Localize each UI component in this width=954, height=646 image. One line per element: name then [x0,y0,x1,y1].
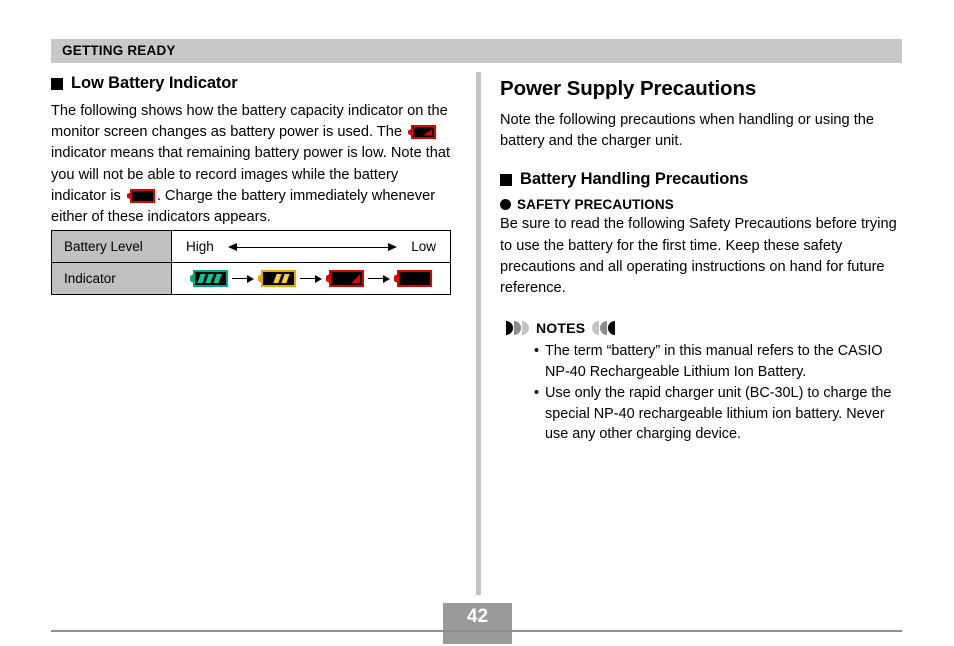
battery-body [411,125,437,140]
table-row-battery-level: Battery Level High Low [51,230,451,263]
battery-empty-red-icon [394,270,432,287]
page-number-block: 42 [443,603,512,644]
notes-header: NOTES [506,320,904,336]
arrow-tip-right [388,242,398,251]
list-item: The term “battery” in this manual refers… [534,341,904,383]
table-row-indicator: Indicator [51,262,451,295]
low-battery-indicator-heading-text: Low Battery Indicator [71,74,238,92]
battery-handling-precautions-heading-text: Battery Handling Precautions [520,170,749,189]
battery-level-table: Battery Level High Low Indicator [51,230,451,295]
battery-bar [280,274,291,283]
battery-bars [265,274,292,283]
arrow-shaft [233,246,392,248]
column-divider [476,72,481,595]
safety-precautions-heading: SAFETY PRECAUTIONS [500,197,904,212]
battery-wedge [423,129,433,136]
list-item: Use only the rapid charger unit (BC-30L)… [534,383,904,445]
battery-level-high-label: High [186,239,214,254]
half-circle-icon [522,321,529,336]
half-circle-icon [608,321,616,336]
arrow-tip [383,274,390,283]
power-supply-intro-paragraph: Note the following precautions when hand… [500,112,875,150]
battery-bar [212,274,223,283]
notes-list: The term “battery” in this manual refers… [500,341,904,445]
notes-decoration-right-icon [592,321,616,336]
table-cell-indicator-icons [171,262,451,295]
half-circle-icon [514,321,521,336]
half-circle-icon [506,321,513,336]
battery-handling-precautions-heading: Battery Handling Precautions [500,170,904,189]
battery-full-green-icon [190,270,228,287]
battery-medium-yellow-icon [258,270,296,287]
safety-precautions-heading-text: SAFETY PRECAUTIONS [517,197,674,213]
power-supply-precautions-heading: Power Supply Precautions [500,77,757,100]
page-number: 42 [466,606,489,627]
paragraph-text-part1: The following shows how the battery capa… [51,103,448,141]
battery-low-red-inline-icon [408,125,437,140]
running-header-band: GETTING READY [51,39,902,63]
square-bullet-icon [500,173,512,186]
double-arrow-icon [227,241,398,253]
arrow-tip [247,274,254,283]
table-cell-indicator-label: Indicator [51,262,172,295]
battery-body [397,270,432,287]
right-arrow-icon [368,274,390,284]
right-arrow-icon [300,274,322,284]
battery-body [261,270,296,287]
battery-body [329,270,364,287]
battery-body [193,270,228,287]
safety-precautions-paragraph: Be sure to read the following Safety Pre… [500,216,897,297]
table-cell-battery-level-label: Battery Level [51,230,172,263]
battery-bars [197,274,224,283]
low-battery-paragraph: The following shows how the battery capa… [51,101,455,228]
battery-empty-red-inline-icon [126,188,155,203]
running-header-title: GETTING READY [62,43,176,58]
battery-low-red-icon [326,270,364,287]
left-column: Low Battery Indicator The following show… [51,74,455,238]
table-cell-battery-level-scale: High Low [171,230,451,263]
battery-wedge [351,274,360,283]
arrow-tip [315,274,322,283]
footer-rule [51,630,902,632]
square-bullet-icon [51,77,63,90]
notes-title: NOTES [536,320,586,337]
half-circle-icon [600,321,608,336]
right-column: Power Supply Precautions Note the follow… [500,74,904,445]
right-arrow-icon [232,274,254,284]
notes-decoration-left-icon [506,321,529,336]
half-circle-icon [592,321,600,336]
low-battery-indicator-heading: Low Battery Indicator [51,74,455,93]
battery-body [129,188,155,203]
round-bullet-icon [500,199,511,211]
battery-level-low-label: Low [411,239,436,254]
